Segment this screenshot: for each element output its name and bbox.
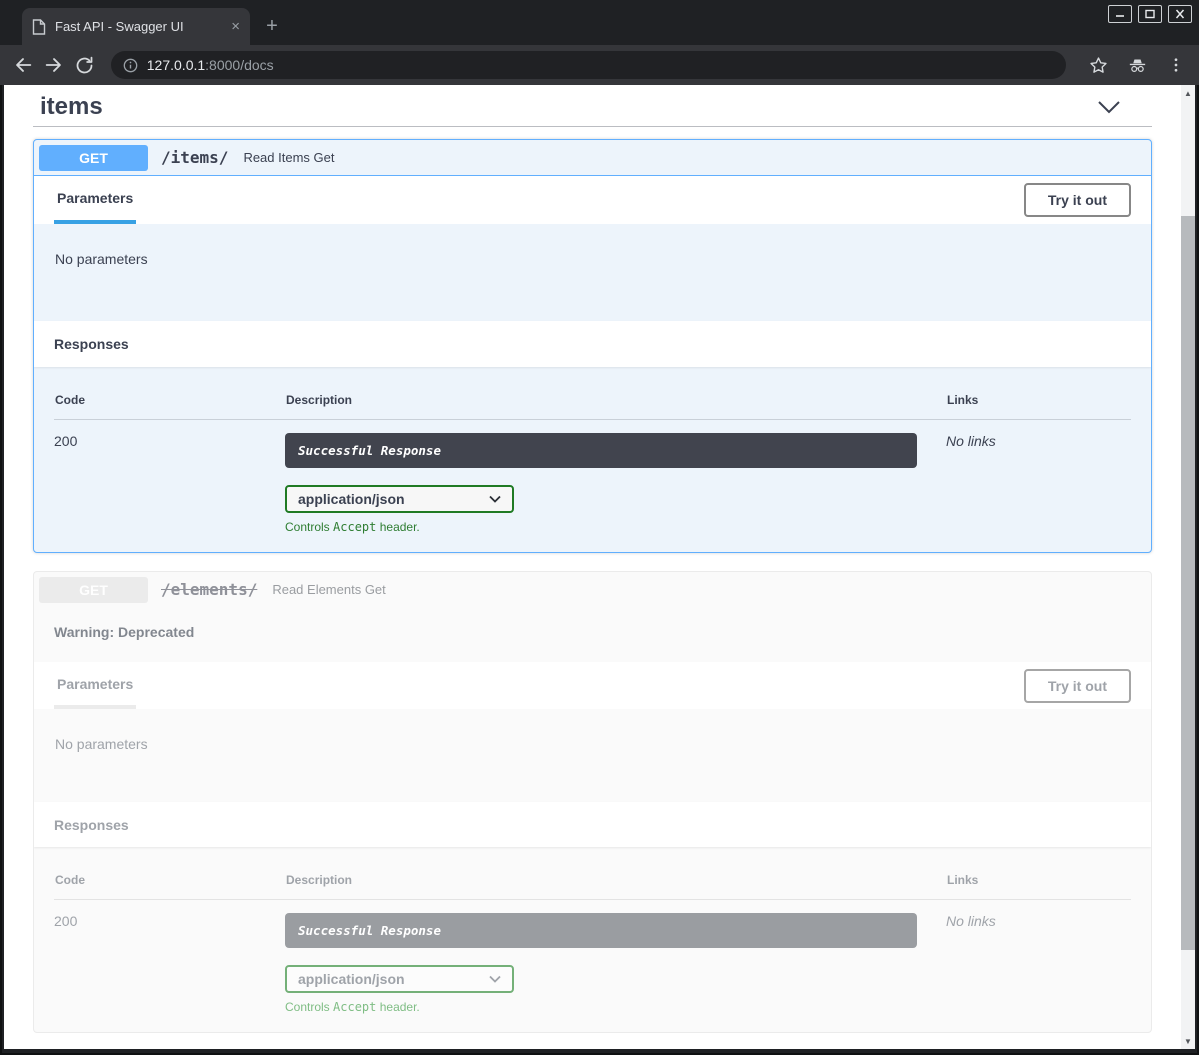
col-links: Links <box>947 393 1130 407</box>
response-row-200: 200 Successful Response application/json… <box>54 900 1131 1014</box>
browser-tab[interactable]: Fast API - Swagger UI × <box>22 8 250 45</box>
method-badge: GET <box>39 577 148 603</box>
opblock-get-items: GET /items/ Read Items Get Parameters Tr… <box>33 139 1152 553</box>
tag-section-header[interactable]: items <box>33 85 1152 127</box>
hint-suffix: header. <box>376 520 419 534</box>
swagger-page: items GET /items/ Read Items Get Paramet… <box>4 85 1181 1049</box>
browser-toolbar: 127.0.0.1:8000/docs <box>0 45 1199 85</box>
parameters-header: Parameters Try it out <box>34 176 1151 224</box>
response-description: Successful Response <box>285 913 917 948</box>
responses-table-head: Code Description Links <box>54 393 1131 420</box>
hint-prefix: Controls <box>285 520 333 534</box>
hint-accept: Accept <box>333 1000 376 1014</box>
browser-window: Fast API - Swagger UI × + <box>0 0 1199 1055</box>
vertical-scrollbar[interactable]: ▲ ▼ <box>1181 85 1195 1049</box>
media-type-value: application/json <box>298 971 405 987</box>
endpoint-summary: Read Items Get <box>243 150 334 165</box>
back-icon[interactable] <box>10 52 36 78</box>
response-code: 200 <box>54 913 285 1014</box>
parameters-header: Parameters Try it out <box>34 662 1151 709</box>
response-links: No links <box>946 433 1131 534</box>
address-bar[interactable]: 127.0.0.1:8000/docs <box>111 51 1066 79</box>
scroll-up-icon[interactable]: ▲ <box>1181 86 1195 100</box>
endpoint-summary: Read Elements Get <box>272 582 385 597</box>
endpoint-path: /elements/ <box>161 580 257 599</box>
close-button[interactable] <box>1168 5 1192 23</box>
response-description: Successful Response <box>285 433 917 468</box>
responses-header: Responses <box>34 321 1151 367</box>
response-description-cell: Successful Response application/json Con… <box>285 433 946 534</box>
toolbar-right <box>1085 52 1189 78</box>
opblock-summary[interactable]: GET /items/ Read Items Get <box>34 140 1151 176</box>
responses-table: Code Description Links 200 Successful Re… <box>34 847 1151 1032</box>
response-row-200: 200 Successful Response application/json… <box>54 420 1131 534</box>
responses-header: Responses <box>34 802 1151 847</box>
no-parameters-text: No parameters <box>34 709 1151 802</box>
browser-titlebar: Fast API - Swagger UI × + <box>0 0 1199 45</box>
col-links: Links <box>947 873 1130 887</box>
section-title: items <box>40 93 103 121</box>
opblock-get-elements-deprecated: GET /elements/ Read Elements Get Warning… <box>33 571 1152 1033</box>
media-type-select[interactable]: application/json <box>285 965 514 993</box>
forward-icon[interactable] <box>41 52 67 78</box>
page-favicon-icon <box>32 19 46 35</box>
bookmark-star-icon[interactable] <box>1085 52 1111 78</box>
try-it-out-button[interactable]: Try it out <box>1024 669 1131 703</box>
select-chevron-icon <box>489 495 501 503</box>
opblock-summary[interactable]: GET /elements/ Read Elements Get <box>34 572 1151 607</box>
media-type-select[interactable]: application/json <box>285 485 514 513</box>
media-type-value: application/json <box>298 491 405 507</box>
site-info-icon[interactable] <box>123 58 138 73</box>
hint-suffix: header. <box>376 1000 419 1014</box>
window-controls <box>1108 5 1192 23</box>
responses-table-head: Code Description Links <box>54 873 1131 900</box>
method-badge: GET <box>39 145 148 171</box>
hint-accept: Accept <box>333 520 376 534</box>
minimize-button[interactable] <box>1108 5 1132 23</box>
tab-parameters: Parameters <box>54 662 136 709</box>
url-host: 127.0.0.1 <box>147 57 205 73</box>
tab-parameters: Parameters <box>54 176 136 224</box>
tab-close-icon[interactable]: × <box>231 19 240 34</box>
parameters-label: Parameters <box>57 190 133 206</box>
try-it-out-button[interactable]: Try it out <box>1024 183 1131 217</box>
col-description: Description <box>286 393 947 407</box>
parameters-label: Parameters <box>57 676 133 692</box>
new-tab-button[interactable]: + <box>258 12 286 40</box>
response-code: 200 <box>54 433 285 534</box>
endpoint-path: /items/ <box>161 148 228 167</box>
incognito-icon <box>1124 52 1150 78</box>
scroll-down-icon[interactable]: ▼ <box>1181 1034 1195 1048</box>
accept-header-hint: Controls Accept header. <box>285 520 946 534</box>
response-description-cell: Successful Response application/json Con… <box>285 913 946 1014</box>
col-code: Code <box>55 873 286 887</box>
url-text: 127.0.0.1:8000/docs <box>147 57 274 73</box>
maximize-button[interactable] <box>1138 5 1162 23</box>
col-code: Code <box>55 393 286 407</box>
response-links: No links <box>946 913 1131 1014</box>
no-parameters-text: No parameters <box>34 224 1151 321</box>
deprecated-warning: Warning: Deprecated <box>34 607 1151 662</box>
accept-header-hint: Controls Accept header. <box>285 1000 946 1014</box>
chevron-down-icon[interactable] <box>1097 99 1121 115</box>
reload-icon[interactable] <box>72 52 98 78</box>
scrollbar-thumb[interactable] <box>1181 216 1195 950</box>
col-description: Description <box>286 873 947 887</box>
menu-kebab-icon[interactable] <box>1163 52 1189 78</box>
responses-table: Code Description Links 200 Successful Re… <box>34 367 1151 552</box>
select-chevron-icon <box>489 975 501 983</box>
url-path: :8000/docs <box>205 57 274 73</box>
hint-prefix: Controls <box>285 1000 333 1014</box>
tab-title: Fast API - Swagger UI <box>55 19 222 34</box>
